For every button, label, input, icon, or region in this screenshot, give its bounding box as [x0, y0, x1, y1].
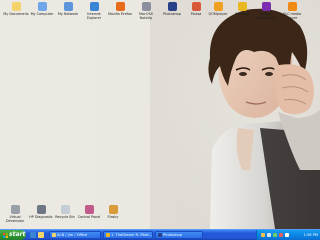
clock[interactable]: 1:56 PM — [304, 230, 318, 240]
firefox-icon — [115, 2, 125, 11]
desktop-icon-label: My Computer — [30, 12, 54, 16]
desktop-icon-label: Virtual Dimension — [5, 215, 25, 223]
taskbar-item-photoshop[interactable]: Photoshop — [155, 231, 203, 239]
desktop-icon-label: GOMplayer — [208, 12, 228, 16]
taskbar-item-explorer[interactable]: AI-B / Jim / Office — [49, 231, 101, 239]
desktop-icon[interactable]: MacOSX NoteUp — [133, 2, 159, 22]
desktop-icon-label: MacOSX NoteUp — [138, 12, 153, 20]
picasa-icon — [191, 2, 201, 11]
desktop-icon[interactable]: Flashy — [100, 205, 126, 225]
desktop-icon[interactable]: Mozilla Firefox — [107, 2, 133, 22]
printer-icon — [10, 205, 20, 214]
globe-icon — [89, 2, 99, 11]
desktop-icon-label: HP Diagnostic — [29, 215, 53, 219]
computer-icon — [37, 2, 47, 11]
desktop-icon[interactable]: Yahoo! Messenger — [253, 2, 279, 22]
taskbar-item-label: AI-B / Jim / Office — [57, 233, 88, 237]
vlc-icon — [287, 2, 297, 11]
tray-security-icon[interactable] — [273, 233, 277, 237]
desktop-icon[interactable]: My Network — [55, 2, 81, 22]
desktop-icon-label: Photoshop — [163, 12, 181, 16]
desktop-icon[interactable]: Photoshop — [159, 2, 185, 22]
desktop-icon[interactable]: VLC media player — [279, 2, 305, 22]
desktop-icon-label: Internet Explorer — [86, 12, 102, 20]
tray-network-icon[interactable] — [261, 233, 265, 237]
gomplayer-icon — [213, 2, 223, 11]
flash-icon — [108, 205, 118, 214]
tray-volume-icon[interactable] — [267, 233, 271, 237]
desktop-icon-label: My Network — [57, 12, 79, 16]
control-panel-icon — [84, 205, 94, 214]
photoshop-icon — [157, 233, 162, 237]
app-icon — [141, 2, 151, 11]
desktop-icon[interactable]: Recycle Bin — [52, 205, 78, 225]
folder-icon — [51, 233, 56, 237]
desktop-icon-label: Winamp — [235, 12, 249, 16]
messenger-icon — [261, 2, 271, 11]
desktop-icon[interactable]: GOMplayer — [205, 2, 231, 22]
start-label: start — [9, 231, 26, 238]
desktop-icon-label: Control Panel — [77, 215, 101, 219]
taskbar: start AI-B / Jim / Office 1. TheDream ft… — [0, 229, 320, 240]
desktop-icon[interactable]: Internet Explorer — [81, 2, 107, 22]
desktop-icon[interactable]: HP Diagnostic — [28, 205, 54, 225]
taskbar-item-label: Photoshop — [163, 233, 182, 237]
folder-icon — [11, 2, 21, 11]
wallpaper-photo — [150, 0, 320, 229]
taskbar-item-winamp[interactable]: 1. TheDream ft. Rhet... — [103, 231, 153, 239]
tray-antivirus-icon[interactable] — [279, 233, 283, 237]
quicklaunch-browser-icon[interactable] — [30, 231, 36, 238]
desktop-wallpaper: My Documents My Computer My Network Interne… — [0, 0, 320, 229]
winamp-icon — [237, 2, 247, 11]
taskbar-item-label: 1. TheDream ft. Rhet... — [111, 233, 153, 237]
desktop-icon-label: Mozilla Firefox — [108, 12, 132, 16]
desktop-icon[interactable]: Control Panel — [76, 205, 102, 225]
winamp-icon — [105, 233, 110, 237]
tray-messenger-icon[interactable] — [285, 233, 289, 237]
photoshop-icon — [167, 2, 177, 11]
desktop-icon-label: Flashy — [107, 215, 119, 219]
desktop-icon-label: My Documents — [3, 12, 29, 16]
desktop-icon[interactable]: My Documents — [3, 2, 29, 22]
desktop-icon-label: Recycle Bin — [55, 215, 75, 219]
windows-logo-icon — [3, 232, 8, 238]
network-icon — [63, 2, 73, 11]
desktop-icon[interactable]: My Computer — [29, 2, 55, 22]
desktop-icon-label: VLC media player — [282, 12, 302, 20]
quicklaunch-folder-icon[interactable] — [38, 231, 44, 238]
desktop-icon[interactable]: Winamp — [229, 2, 255, 22]
start-button[interactable]: start — [0, 230, 26, 240]
system-tray: 1:56 PM — [256, 230, 320, 240]
recycle-bin-icon — [60, 205, 70, 214]
printer-icon — [36, 205, 46, 214]
desktop-icon-label: Yahoo! Messenger — [256, 12, 276, 20]
desktop-icon[interactable]: Virtual Dimension — [2, 205, 28, 225]
